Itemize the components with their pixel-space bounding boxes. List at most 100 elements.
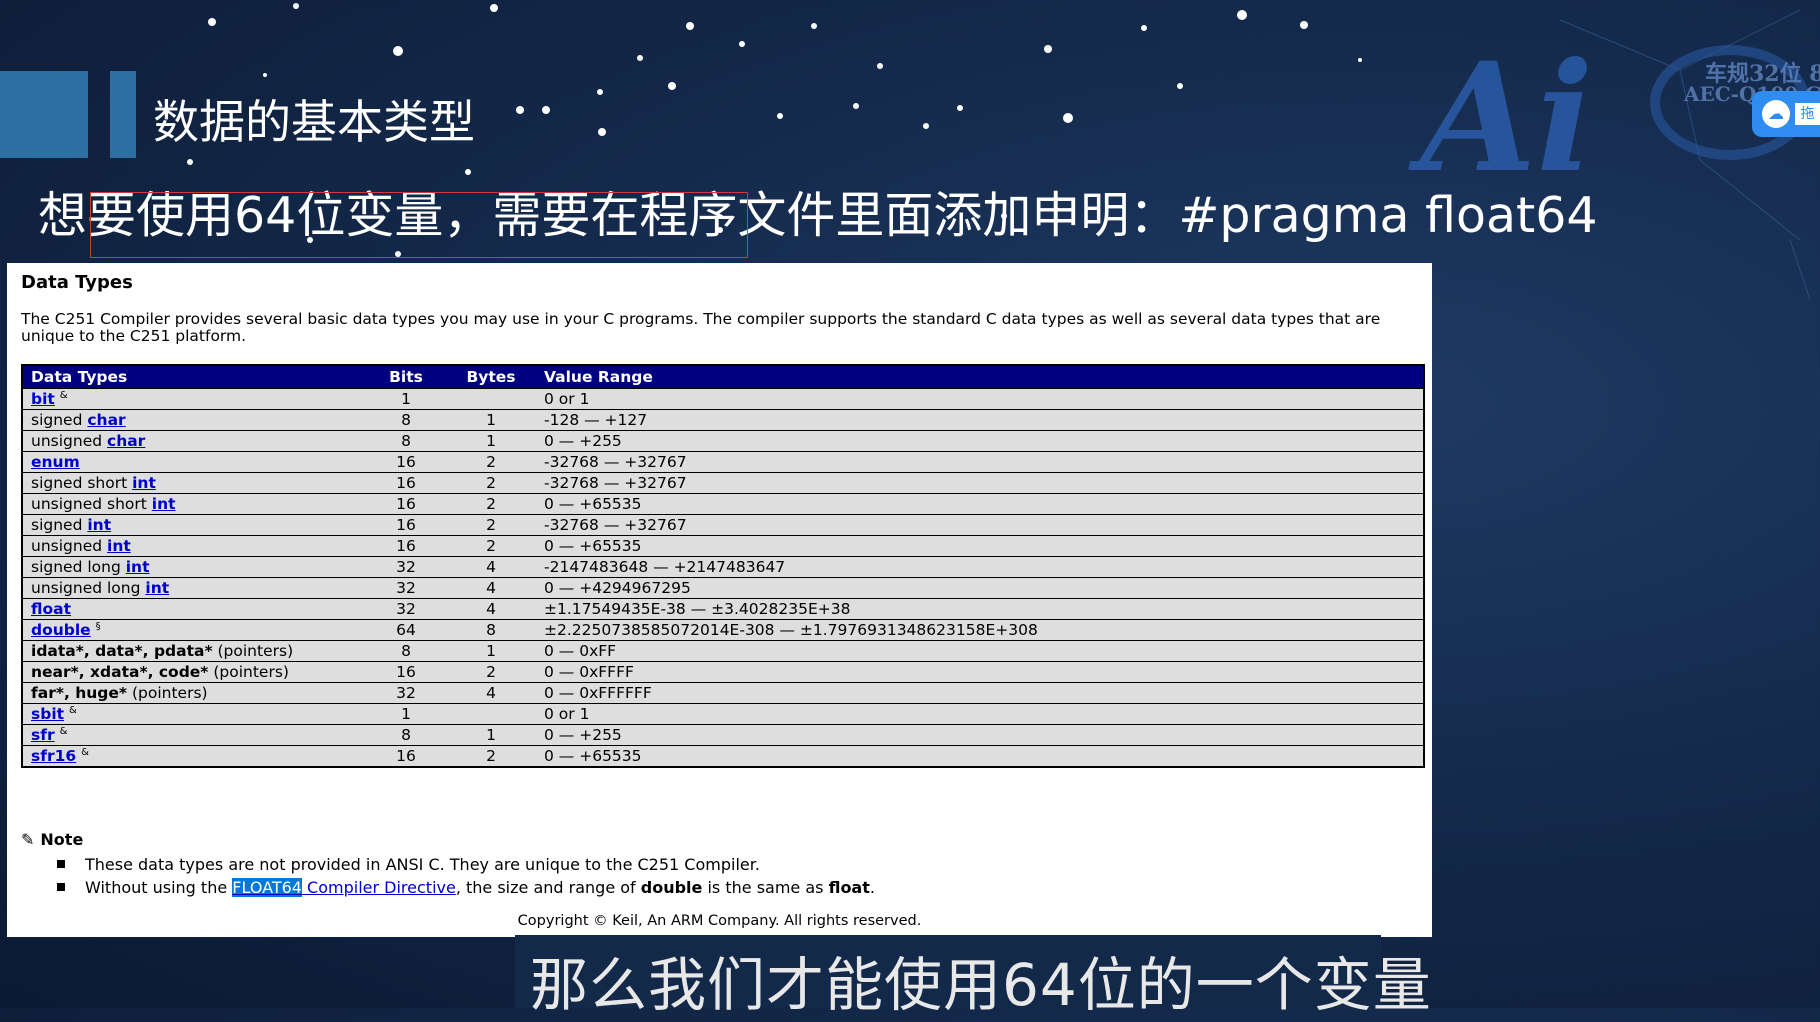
cell-data-type: bit & — [22, 388, 366, 410]
table-header-row: Data Types Bits Bytes Value Range — [22, 365, 1424, 389]
cell-value-range: ±2.2250738585072014E-308 — ±1.7976931348… — [536, 619, 1424, 641]
pointer-type-names: far*, huge* — [31, 684, 128, 702]
cell-bytes — [446, 388, 536, 410]
cell-bits: 16 — [366, 451, 446, 473]
cell-bytes: 4 — [446, 598, 536, 620]
table-row: far*, huge* (pointers) 32 4 0 — 0xFFFFFF — [22, 682, 1424, 704]
table-row: sbit & 1 0 or 1 — [22, 703, 1424, 725]
cell-data-type: sfr16 & — [22, 745, 366, 767]
cell-bits: 8 — [366, 640, 446, 662]
cell-bits: 32 — [366, 556, 446, 578]
cell-data-type: float — [22, 598, 366, 620]
type-prefix: unsigned long — [31, 579, 146, 597]
type-link[interactable]: int — [132, 474, 156, 492]
cell-data-type: unsigned char — [22, 430, 366, 452]
type-link[interactable]: sfr16 — [31, 747, 76, 765]
cell-bits: 16 — [366, 514, 446, 536]
cell-bits: 8 — [366, 724, 446, 746]
cell-value-range: 0 — +255 — [536, 430, 1424, 452]
type-link[interactable]: int — [152, 495, 176, 513]
table-row: unsigned char 8 1 0 — +255 — [22, 430, 1424, 452]
cell-bytes: 4 — [446, 682, 536, 704]
doc-intro: The C251 Compiler provides several basic… — [21, 310, 1381, 345]
bullet-icon — [57, 860, 65, 868]
note-double-word: double — [640, 878, 703, 897]
table-row: near*, xdata*, code* (pointers) 16 2 0 — 0x… — [22, 661, 1424, 683]
cell-data-type: signed long int — [22, 556, 366, 578]
footnote-mark: & — [59, 389, 68, 401]
type-link[interactable]: sfr — [31, 726, 55, 744]
cell-bits: 1 — [366, 388, 446, 410]
cell-value-range: 0 — +4294967295 — [536, 577, 1424, 599]
type-link[interactable]: enum — [31, 453, 80, 471]
type-link[interactable]: int — [87, 516, 111, 534]
type-prefix: signed long — [31, 558, 126, 576]
type-link[interactable]: double — [31, 621, 91, 639]
pointer-type-names: near*, xdata*, code* — [31, 663, 209, 681]
cell-value-range: -32768 — +32767 — [536, 514, 1424, 536]
cell-bytes: 1 — [446, 640, 536, 662]
table-row: unsigned long int 32 4 0 — +4294967295 — [22, 577, 1424, 599]
table-row: signed short int 16 2 -32768 — +32767 — [22, 472, 1424, 494]
type-prefix: signed — [31, 411, 88, 429]
type-link[interactable]: int — [107, 537, 131, 555]
note-item-2-end: . — [869, 878, 875, 897]
table-row: enum 16 2 -32768 — +32767 — [22, 451, 1424, 473]
col-header-value-range: Value Range — [536, 365, 1424, 389]
type-link[interactable]: bit — [31, 390, 55, 408]
doc-title: Data Types — [21, 272, 133, 293]
cell-data-type: double § — [22, 619, 366, 641]
type-link[interactable]: sbit — [31, 705, 64, 723]
float64-selected-text[interactable]: FLOAT64 — [232, 878, 302, 897]
note-float-word: float — [828, 878, 870, 897]
cell-bits: 64 — [366, 619, 446, 641]
cell-bytes: 2 — [446, 514, 536, 536]
note-item-2-text: Without using the — [85, 878, 233, 897]
note-list: These data types are not provided in ANS… — [57, 853, 875, 899]
cell-bytes: 2 — [446, 451, 536, 473]
table-row: unsigned int 16 2 0 — +65535 — [22, 535, 1424, 557]
cell-data-type: enum — [22, 451, 366, 473]
table-row: unsigned short int 16 2 0 — +65535 — [22, 493, 1424, 515]
cell-bits: 32 — [366, 598, 446, 620]
cell-bytes: 2 — [446, 535, 536, 557]
table-row: sfr16 & 16 2 0 — +65535 — [22, 745, 1424, 767]
directive-link-label[interactable]: Compiler Directive — [302, 878, 456, 897]
col-header-data-types: Data Types — [22, 365, 366, 389]
type-link[interactable]: int — [145, 579, 169, 597]
type-link[interactable]: char — [87, 411, 125, 429]
type-suffix: (pointers) — [127, 684, 208, 702]
note-item-2: Without using the FLOAT64 Compiler Direc… — [57, 876, 875, 899]
note-item-2-mid: , the size and range of — [455, 878, 641, 897]
table-row: signed char 8 1 -128 — +127 — [22, 409, 1424, 431]
footnote-mark: & — [68, 704, 77, 716]
cell-bytes — [446, 703, 536, 725]
col-header-bytes: Bytes — [446, 365, 536, 389]
cell-bytes: 2 — [446, 661, 536, 683]
cell-bytes: 1 — [446, 724, 536, 746]
cell-value-range: 0 — +65535 — [536, 535, 1424, 557]
type-prefix: unsigned short — [31, 495, 152, 513]
cell-value-range: 0 — 0xFFFF — [536, 661, 1424, 683]
type-link[interactable]: char — [107, 432, 145, 450]
float64-directive-link[interactable]: FLOAT64 Compiler Directive — [232, 878, 456, 897]
type-prefix: signed short — [31, 474, 133, 492]
cell-value-range: 0 — +255 — [536, 724, 1424, 746]
type-link[interactable]: float — [31, 600, 71, 618]
cloud-drive-button[interactable]: ☁ 拖 — [1752, 91, 1820, 137]
cell-value-range: -2147483648 — +2147483647 — [536, 556, 1424, 578]
cell-value-range: 0 — +65535 — [536, 493, 1424, 515]
type-link[interactable]: int — [126, 558, 150, 576]
type-suffix: (pointers) — [212, 642, 294, 660]
note-item-1-text: These data types are not provided in ANS… — [85, 855, 760, 874]
cell-bits: 16 — [366, 472, 446, 494]
cell-data-type: sbit & — [22, 703, 366, 725]
footnote-mark: & — [59, 725, 68, 737]
cell-value-range: 0 — 0xFFFFFF — [536, 682, 1424, 704]
table-row: double § 64 8 ±2.2250738585072014E-308 — ±1… — [22, 619, 1424, 641]
bullet-icon — [57, 883, 65, 891]
cell-value-range: 0 or 1 — [536, 703, 1424, 725]
keil-doc-panel: Data Types The C251 Compiler provides se… — [7, 263, 1432, 937]
cell-bytes: 2 — [446, 493, 536, 515]
cell-bytes: 4 — [446, 577, 536, 599]
